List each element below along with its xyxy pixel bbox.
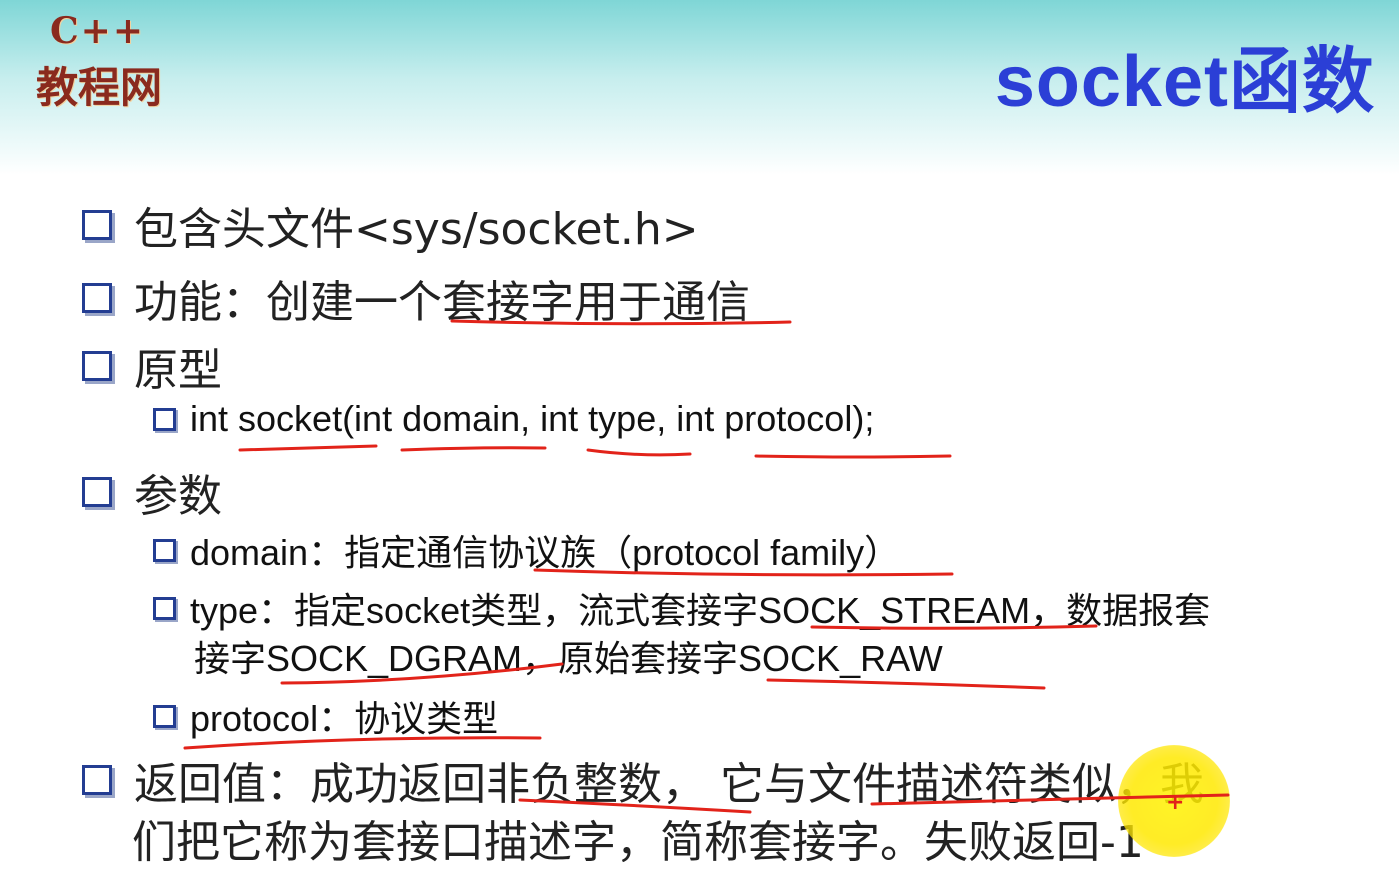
bullet-prototype: 原型 bbox=[82, 334, 222, 398]
checkbox-square-icon bbox=[153, 596, 176, 620]
param-protocol-text: protocol：协议类型 bbox=[190, 698, 499, 739]
bullet-param-protocol: protocol：协议类型 bbox=[153, 690, 498, 742]
bullet-params: 参数 bbox=[82, 460, 222, 524]
underline-int-type bbox=[586, 448, 692, 457]
underline-socket bbox=[238, 444, 378, 452]
checkbox-square-icon bbox=[82, 351, 112, 381]
bullet-function-text: 功能：创建一个套接字用于通信 bbox=[134, 277, 750, 328]
param-type-text-line1: type：指定socket类型，流式套接字SOCK_STREAM，数据报套 bbox=[190, 590, 1211, 631]
bullet-param-type: type：指定socket类型，流式套接字SOCK_STREAM，数据报套 bbox=[153, 582, 1210, 634]
checkbox-square-icon bbox=[153, 538, 176, 562]
checkbox-square-icon bbox=[153, 704, 176, 728]
pen-cursor-icon: + bbox=[1166, 790, 1185, 815]
underline-int-protocol bbox=[754, 454, 952, 459]
param-type-text-line2: 接字SOCK_DGRAM，原始套接字SOCK_RAW bbox=[194, 638, 943, 679]
bullet-param-domain: domain：指定通信协议族（protocol family） bbox=[153, 524, 900, 576]
prototype-code-text: int socket(int domain, int type, int pro… bbox=[190, 398, 875, 439]
bullet-include: 包含头文件<sys/socket.h> bbox=[82, 193, 699, 257]
logo: C++ 教程网 bbox=[36, 10, 186, 112]
slide-title: socket函数 bbox=[994, 42, 1375, 122]
bullet-params-text: 参数 bbox=[134, 471, 222, 522]
checkbox-square-icon bbox=[82, 210, 112, 240]
return-text-line1: 返回值：成功返回非负整数， 它与文件描述符类似，我 bbox=[134, 759, 1204, 810]
bullet-function: 功能：创建一个套接字用于通信 bbox=[82, 266, 750, 330]
checkbox-square-icon bbox=[153, 407, 176, 431]
bullet-return: 返回值：成功返回非负整数， 它与文件描述符类似，我 bbox=[82, 748, 1204, 812]
checkbox-square-icon bbox=[82, 765, 112, 795]
param-domain-text: domain：指定通信协议族（protocol family） bbox=[190, 532, 901, 573]
logo-top-text: C++ bbox=[50, 10, 145, 52]
return-text-line2: 们把它称为套接口描述字，简称套接字。失败返回-1 bbox=[132, 817, 1144, 868]
bullet-prototype-code: int socket(int domain, int type, int pro… bbox=[153, 398, 874, 440]
logo-bottom-text: 教程网 bbox=[36, 63, 163, 112]
checkbox-square-icon bbox=[82, 477, 112, 507]
bullet-include-text: 包含头文件<sys/socket.h> bbox=[134, 204, 699, 255]
bullet-prototype-text: 原型 bbox=[134, 345, 222, 396]
checkbox-square-icon bbox=[82, 283, 112, 313]
underline-int-domain bbox=[400, 446, 547, 452]
